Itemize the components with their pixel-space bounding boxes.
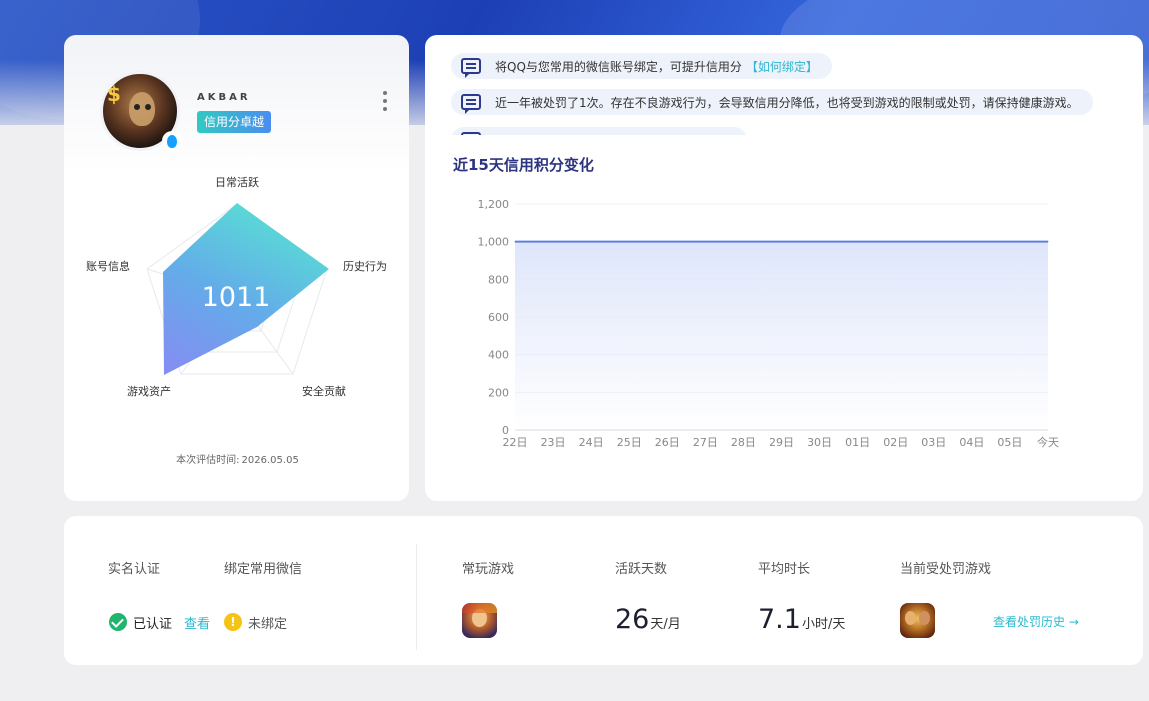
game-icon-hair <box>462 603 497 613</box>
avatar-face <box>129 92 155 126</box>
real-name-status: 已认证 <box>133 617 173 632</box>
more-options-icon[interactable] <box>380 91 390 111</box>
data-point <box>628 241 630 243</box>
divider <box>416 544 417 650</box>
evaluation-time: 本次评估时间: 2026.05.05 <box>64 451 409 466</box>
y-tick-label: 400 <box>488 349 509 362</box>
data-point <box>552 241 554 243</box>
avg-duration-number: 7.1 <box>758 604 801 635</box>
avg-duration-value: 7.1小时/天 <box>758 604 845 635</box>
real-name-label: 实名认证 <box>108 562 161 577</box>
x-tick-label: 05日 <box>997 436 1022 449</box>
data-point <box>514 241 516 243</box>
x-tick-label: 27日 <box>693 436 718 449</box>
active-days-number: 26 <box>615 604 650 635</box>
data-point <box>704 241 706 243</box>
data-point <box>590 241 592 243</box>
how-to-bind-link[interactable]: 【如何绑定】 <box>746 58 818 75</box>
notice-hidden <box>451 127 747 135</box>
profile-card: $ AKBAR 信用分卓越 1011 日常活跃 历史行为 安全贡献 游戏资产 账… <box>64 35 409 501</box>
credit-radar-chart: 1011 日常活跃 历史行为 安全贡献 游戏资产 账号信息 <box>64 165 409 435</box>
active-days-label: 活跃天数 <box>615 562 668 577</box>
active-days-unit: 天/月 <box>650 617 681 632</box>
verified-check-icon <box>109 613 127 631</box>
x-tick-label: 04日 <box>959 436 984 449</box>
radar-label-history-behavior: 历史行为 <box>343 260 387 273</box>
game-icon-figure <box>905 611 916 625</box>
notice-text: 将QQ与您常用的微信账号绑定，可提升信用分 <box>495 59 742 74</box>
data-point <box>895 241 897 243</box>
notice-bind-wechat: 将QQ与您常用的微信账号绑定，可提升信用分 【如何绑定】 <box>451 53 832 79</box>
message-icon <box>461 58 481 78</box>
series-layer <box>514 240 1049 430</box>
data-point <box>1009 241 1011 243</box>
wechat-bind-label: 绑定常用微信 <box>224 562 303 577</box>
data-point <box>742 241 744 243</box>
punished-game-icon[interactable] <box>900 603 935 638</box>
radar-svg: 1011 <box>146 203 329 375</box>
credit-trend-chart: 02004006008001,0001,200 22日 23日 24日 25日 26日 2… <box>478 198 1060 449</box>
notice-penalty: 近一年被处罚了1次。存在不良游戏行为，会导致信用分降低，也将受到游戏的限制或处罚… <box>451 89 1093 115</box>
radar-label-daily-activity: 日常活跃 <box>215 176 259 189</box>
game-icon-figure <box>919 611 930 625</box>
data-point <box>857 241 859 243</box>
x-tick-label: 28日 <box>731 436 756 449</box>
radar-label-account-info: 账号信息 <box>86 260 130 273</box>
x-tick-label: 30日 <box>807 436 832 449</box>
avg-duration-unit: 小时/天 <box>801 617 846 632</box>
x-tick-label: 24日 <box>579 436 604 449</box>
x-tick-label: 今天 <box>1037 435 1059 449</box>
avg-duration-label: 平均时长 <box>758 562 811 577</box>
x-tick-label: 02日 <box>883 436 908 449</box>
frequent-game-icon[interactable] <box>462 603 497 638</box>
data-point <box>1047 241 1049 243</box>
wechat-bind-status: 未绑定 <box>248 617 288 632</box>
y-tick-label: 1,000 <box>478 236 510 249</box>
x-tick-label: 29日 <box>769 436 794 449</box>
notice-partial <box>451 127 747 135</box>
avatar-decoration: $ <box>107 82 121 106</box>
punished-game-label: 当前受处罚游戏 <box>900 562 992 577</box>
data-point <box>819 241 821 243</box>
punishment-history-link[interactable]: 查看处罚历史 → <box>993 613 1079 630</box>
x-tick-label: 25日 <box>617 436 642 449</box>
active-days-value: 26天/月 <box>615 604 681 635</box>
avatar-eye <box>134 104 140 110</box>
x-tick-label: 01日 <box>845 436 870 449</box>
chart-title: 近15天信用积分变化 <box>453 156 594 174</box>
series-area <box>515 241 1048 430</box>
warning-icon: ! <box>224 613 242 631</box>
message-icon <box>461 94 481 114</box>
x-tick-label: 22日 <box>503 436 528 449</box>
notice-text: 近一年被处罚了1次。存在不良游戏行为，会导致信用分降低，也将受到游戏的限制或处罚… <box>495 95 1079 110</box>
credit-score: 1011 <box>202 282 271 313</box>
radar-label-security-contribution: 安全贡献 <box>302 385 346 398</box>
credit-level-badge: 信用分卓越 <box>197 111 272 133</box>
stats-card: 实名认证 绑定常用微信 常玩游戏 活跃天数 平均时长 当前受处罚游戏 已认证 查… <box>64 516 1143 665</box>
x-tick-label: 23日 <box>541 436 566 449</box>
message-icon <box>461 132 481 135</box>
data-point <box>666 241 668 243</box>
x-tick-label: 03日 <box>921 436 946 449</box>
radar-label-game-assets: 游戏资产 <box>127 385 171 398</box>
avatar-eye <box>145 104 151 110</box>
evaluation-time-label: 本次评估时间: <box>176 455 240 466</box>
y-tick-label: 1,200 <box>478 198 510 211</box>
credit-trend-card: 将QQ与您常用的微信账号绑定，可提升信用分 【如何绑定】 近一年被处罚了1次。存… <box>425 35 1143 501</box>
real-name-view-link[interactable]: 查看 <box>184 613 210 632</box>
y-tick-label: 800 <box>488 273 509 286</box>
y-tick-label: 200 <box>488 386 509 399</box>
y-tick-label: 600 <box>488 311 509 324</box>
x-axis: 22日 23日 24日 25日 26日 27日 28日 29日 30日 01日 02日 03日 04日 0… <box>503 435 1060 449</box>
evaluation-time-value: 2026.05.05 <box>241 455 299 466</box>
username: AKBAR <box>197 92 251 103</box>
data-point <box>933 241 935 243</box>
data-point <box>781 241 782 243</box>
frequent-game-label: 常玩游戏 <box>462 562 515 577</box>
data-point <box>971 241 973 243</box>
x-tick-label: 26日 <box>655 436 680 449</box>
qq-icon <box>162 131 182 151</box>
